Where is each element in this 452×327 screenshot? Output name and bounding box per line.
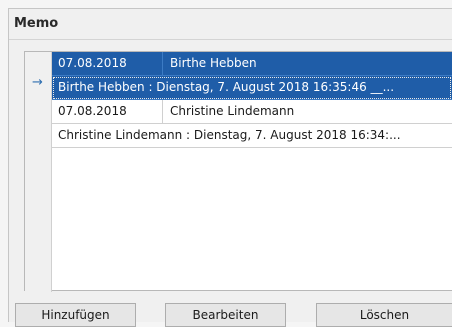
date-cell[interactable]: 07.08.2018 xyxy=(52,100,163,123)
memo-text-row[interactable]: Christine Lindemann : Dienstag, 7. Augus… xyxy=(52,124,452,148)
memo-text-cell[interactable]: Christine Lindemann : Dienstag, 7. Augus… xyxy=(52,124,452,147)
panel-title: Memo xyxy=(14,16,59,31)
row-indicator-column: → xyxy=(25,52,52,292)
edit-button[interactable]: Bearbeiten xyxy=(165,303,286,327)
date-cell[interactable]: 07.08.2018 xyxy=(52,52,163,75)
name-cell[interactable]: Christine Lindemann xyxy=(163,100,452,123)
table-row[interactable]: 07.08.2018 Christine Lindemann xyxy=(52,100,452,124)
add-button[interactable]: Hinzufügen xyxy=(15,303,136,327)
memo-text-cell[interactable]: Birthe Hebben : Dienstag, 7. August 2018… xyxy=(52,76,452,99)
current-row-arrow-icon: → xyxy=(32,75,43,90)
memo-grid[interactable]: → 07.08.2018 Birthe Hebben Birthe Hebben… xyxy=(24,51,452,292)
table-row[interactable]: 07.08.2018 Birthe Hebben xyxy=(52,52,452,76)
name-cell[interactable]: Birthe Hebben xyxy=(163,52,452,75)
memo-panel: Memo → 07.08.2018 Birthe Hebben Birthe H… xyxy=(8,8,452,327)
memo-text-row[interactable]: Birthe Hebben : Dienstag, 7. August 2018… xyxy=(52,76,452,100)
delete-button[interactable]: Löschen xyxy=(316,303,452,327)
panel-header: Memo xyxy=(9,9,452,40)
